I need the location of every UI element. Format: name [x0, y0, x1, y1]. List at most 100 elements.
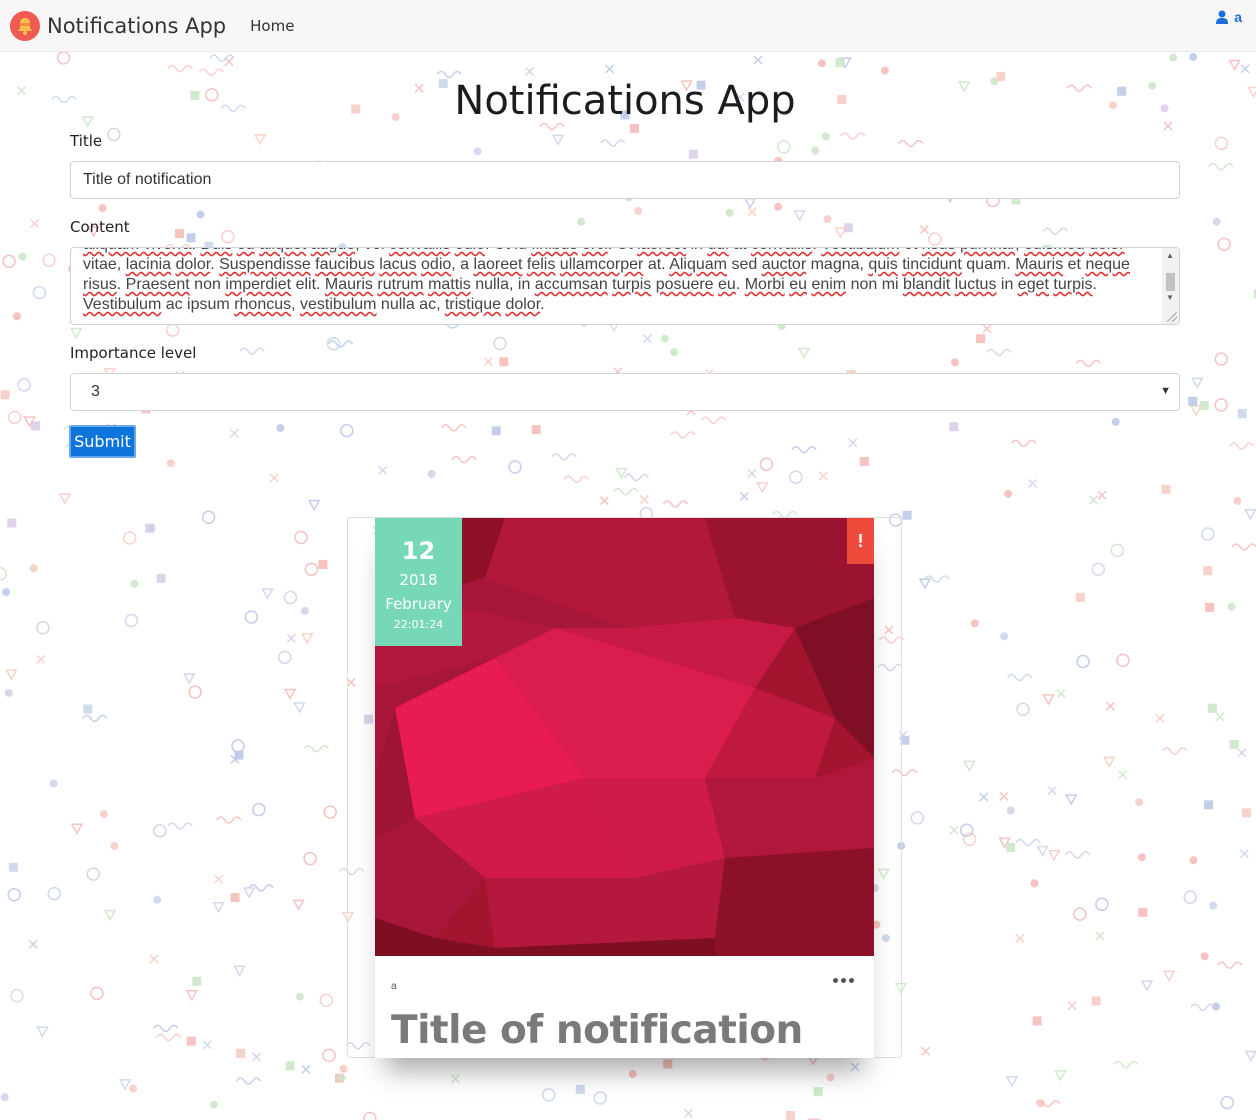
importance-select[interactable]: 3 ▼	[70, 373, 1180, 411]
background-shape	[8, 862, 18, 872]
background-shape	[340, 423, 354, 438]
background-shape	[165, 323, 180, 337]
content-label: Content	[70, 218, 130, 236]
background-shape	[826, 1073, 835, 1082]
title-label: Title	[70, 132, 103, 150]
background-shape	[986, 348, 1012, 356]
background-shape	[303, 744, 330, 753]
scroll-up-icon[interactable]: ▲	[1166, 251, 1174, 260]
background-shape	[483, 357, 493, 367]
title-input[interactable]	[70, 161, 1180, 199]
resize-grip-icon[interactable]	[1167, 312, 1177, 322]
background-shape	[1189, 405, 1203, 417]
background-shape	[970, 619, 979, 628]
background-shape	[663, 1059, 673, 1069]
background-shape	[1111, 417, 1120, 426]
background-shape	[145, 523, 155, 533]
background-shape	[82, 714, 108, 723]
background-shape	[236, 1048, 246, 1058]
background-shape	[1211, 1002, 1220, 1011]
background-shape	[47, 886, 61, 901]
background-shape	[1239, 849, 1249, 859]
background-shape	[196, 210, 205, 219]
background-shape	[286, 633, 296, 643]
background-shape	[1064, 794, 1078, 806]
brand[interactable]: Notifications App	[10, 10, 227, 41]
background-shape	[793, 210, 806, 222]
nav-home-link[interactable]: Home	[250, 17, 294, 35]
scroll-down-icon[interactable]: ▼	[1166, 293, 1174, 302]
background-shape	[739, 491, 749, 502]
background-shape	[921, 1046, 931, 1056]
background-shape	[198, 68, 225, 76]
scroll-thumb[interactable]	[1166, 273, 1175, 291]
background-shape	[1067, 1001, 1077, 1011]
background-shape	[1214, 352, 1229, 366]
background-shape	[124, 613, 139, 628]
background-shape	[1032, 1016, 1042, 1026]
background-shape	[1242, 808, 1252, 818]
notification-card[interactable]: 12 2018 February 22:01:24 ! a Title of n…	[375, 518, 874, 1058]
background-shape	[818, 471, 828, 481]
background-shape	[951, 358, 960, 367]
content-textarea[interactable]: aliquam viverra. Duis eu aliquet augue, …	[70, 247, 1180, 325]
background-shape	[629, 123, 639, 133]
background-shape	[292, 899, 305, 911]
background-shape	[1244, 509, 1256, 521]
background-shape	[192, 976, 202, 986]
background-shape	[337, 1074, 346, 1083]
background-shape	[1016, 702, 1030, 716]
background-shape	[70, 823, 84, 835]
submit-button[interactable]: Submit	[69, 425, 136, 458]
date-day: 12	[401, 537, 436, 565]
background-shape	[599, 496, 609, 506]
user-menu[interactable]: a	[1216, 9, 1242, 25]
background-shape	[167, 822, 193, 830]
background-shape	[229, 428, 239, 438]
background-shape	[1244, 1050, 1256, 1063]
background-shape	[277, 650, 292, 665]
background-shape	[1088, 495, 1099, 505]
background-shape	[791, 445, 817, 454]
background-shape	[759, 457, 774, 471]
background-shape	[1042, 694, 1055, 706]
background-shape	[1056, 689, 1066, 699]
background-shape	[103, 909, 117, 922]
background-shape	[231, 739, 245, 753]
date-badge: 12 2018 February 22:01:24	[375, 518, 462, 646]
background-shape	[1229, 739, 1239, 749]
background-shape	[107, 127, 121, 142]
background-shape	[1161, 484, 1171, 494]
background-shape	[70, 327, 83, 340]
content-text: aliquam viverra. Duis eu aliquet augue, …	[83, 248, 1163, 315]
background-shape	[786, 1110, 796, 1120]
background-shape	[300, 633, 314, 645]
background-shape	[551, 452, 577, 461]
background-shape	[1000, 632, 1009, 641]
background-shape	[1162, 747, 1188, 755]
background-shape	[1205, 602, 1215, 612]
background-shape	[300, 606, 309, 615]
background-shape	[850, 1062, 860, 1072]
background-shape	[1137, 853, 1146, 862]
background-shape	[283, 590, 298, 605]
background-shape	[1105, 701, 1115, 711]
background-shape	[1091, 562, 1106, 577]
background-shape	[670, 348, 679, 357]
page-title: Notifications App	[454, 78, 796, 124]
brand-name: Notifications App	[47, 13, 227, 38]
background-shape	[789, 470, 803, 484]
background-shape	[1204, 800, 1214, 810]
more-options-icon[interactable]	[833, 978, 854, 983]
importance-label: Importance level	[70, 344, 197, 362]
background-shape	[318, 559, 328, 569]
background-shape	[18, 252, 27, 261]
background-shape	[1217, 237, 1231, 252]
background-shape	[1183, 890, 1198, 904]
background-shape	[450, 1074, 460, 1084]
background-shape	[1004, 489, 1013, 498]
bell-logo-icon	[10, 10, 40, 41]
background-shape	[1103, 756, 1116, 768]
background-shape	[918, 578, 932, 590]
background-shape	[623, 473, 650, 482]
